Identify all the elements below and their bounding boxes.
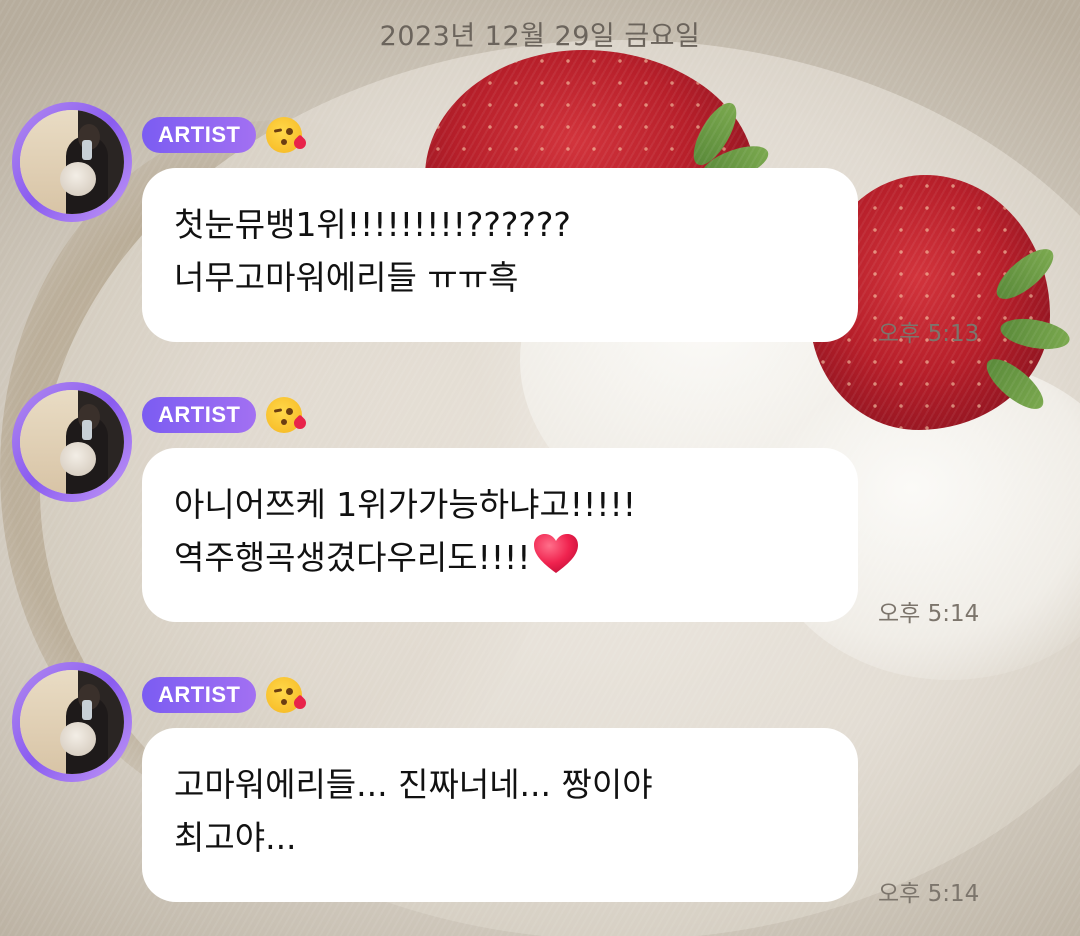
face-blowing-a-kiss-icon	[266, 397, 309, 433]
message-line-with-heart: 역주행곡생겼다우리도!!!!	[174, 531, 828, 584]
face-blowing-a-kiss-icon	[266, 117, 309, 153]
artist-badge: ARTIST	[142, 117, 257, 153]
chat-message: ARTIST 아니어쯔케 1위가가능하냐고!!!!! 역주행곡생겼다우리도!!!…	[0, 382, 1080, 642]
artist-avatar[interactable]	[12, 102, 132, 222]
chat-screen: 2023년 12월 29일 금요일 ARTIST 첫눈뮤뱅1위!!!!!!!!!…	[0, 0, 1080, 936]
message-line-text: 역주행곡생겼다우리도!!!!	[174, 538, 531, 577]
message-bubble[interactable]: 첫눈뮤뱅1위!!!!!!!!!?????? 너무고마워에리들 ㅠㅠ흑	[142, 168, 858, 342]
message-line: 아니어쯔케 1위가가능하냐고!!!!!	[174, 485, 636, 524]
message-bubble[interactable]: 아니어쯔케 1위가가능하냐고!!!!! 역주행곡생겼다우리도!!!!	[142, 448, 858, 622]
artist-avatar[interactable]	[12, 662, 132, 782]
artist-badge: ARTIST	[142, 397, 257, 433]
message-line: 너무고마워에리들 ㅠㅠ흑	[174, 258, 519, 297]
sender-row: ARTIST	[142, 674, 309, 716]
artist-avatar[interactable]	[12, 382, 132, 502]
message-timestamp: 오후 5:14	[878, 881, 980, 907]
message-timestamp: 오후 5:14	[878, 601, 980, 627]
red-heart-icon	[533, 534, 578, 573]
message-timestamp: 오후 5:13	[878, 321, 980, 347]
message-line: 고마워에리들... 진짜너네... 짱이야	[174, 765, 653, 804]
sender-row: ARTIST	[142, 114, 309, 156]
sender-row: ARTIST	[142, 394, 309, 436]
chat-message: ARTIST 첫눈뮤뱅1위!!!!!!!!!?????? 너무고마워에리들 ㅠㅠ…	[0, 102, 1080, 362]
message-line: 최고야...	[174, 818, 297, 857]
message-bubble[interactable]: 고마워에리들... 진짜너네... 짱이야 최고야...	[142, 728, 858, 902]
chat-message: ARTIST 고마워에리들... 진짜너네... 짱이야 최고야... 오후 5…	[0, 662, 1080, 922]
message-line: 첫눈뮤뱅1위!!!!!!!!!??????	[174, 205, 571, 244]
artist-badge: ARTIST	[142, 677, 257, 713]
face-blowing-a-kiss-icon	[266, 677, 309, 713]
date-header: 2023년 12월 29일 금요일	[379, 21, 701, 52]
